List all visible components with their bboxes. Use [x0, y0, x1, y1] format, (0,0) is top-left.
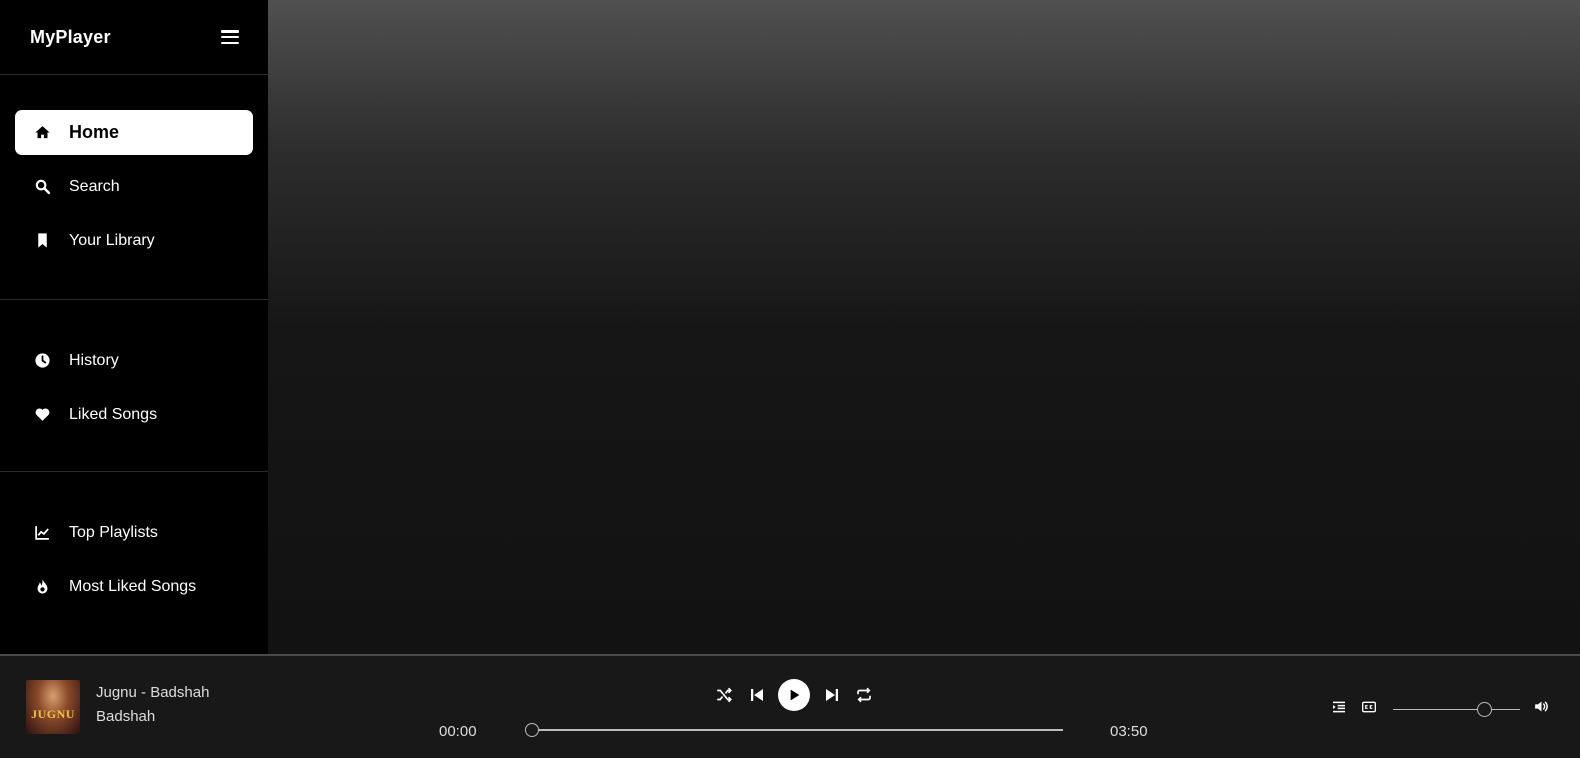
sidebar-item-top-playlists[interactable]: Top Playlists [15, 510, 253, 555]
sidebar-item-label: History [69, 351, 119, 369]
sidebar-item-label: Top Playlists [69, 523, 158, 541]
track-duration: 03:50 [1110, 723, 1148, 740]
volume-slider[interactable] [1393, 702, 1520, 717]
progress-bar[interactable] [525, 723, 1063, 737]
sidebar-item-label: Search [69, 177, 120, 195]
album-cover-title: JUGNU [31, 707, 75, 721]
sidebar-item-label: Most Liked Songs [69, 577, 197, 595]
sidebar-item-label: Your Library [69, 231, 155, 249]
sidebar-item-home[interactable]: Home [15, 110, 253, 155]
player-tools [1330, 698, 1390, 716]
nav-group-personal: History Liked Songs [0, 300, 268, 472]
queue-icon[interactable] [1330, 698, 1348, 716]
hamburger-menu-icon[interactable] [221, 30, 239, 44]
home-icon [33, 124, 51, 142]
brand-logo: MyPlayer [30, 26, 111, 47]
sidebar-item-label: Liked Songs [69, 405, 158, 423]
shuffle-icon[interactable] [713, 684, 735, 706]
sidebar: MyPlayer Home Search Your Library Histor… [0, 0, 268, 654]
bookmark-icon [33, 232, 51, 250]
track-artist: Badshah [96, 708, 156, 725]
play-button[interactable] [778, 679, 810, 711]
sidebar-item-your-library[interactable]: Your Library [15, 218, 253, 263]
sidebar-item-label: Home [69, 122, 120, 142]
track-title: Jugnu - Badshah [96, 684, 210, 701]
previous-track-icon[interactable] [746, 684, 768, 706]
volume-thumb[interactable] [1476, 702, 1492, 717]
play-icon [790, 689, 800, 701]
sidebar-item-liked-songs[interactable]: Liked Songs [15, 392, 253, 437]
chart-line-icon [33, 524, 51, 542]
sidebar-item-search[interactable]: Search [15, 164, 253, 209]
fire-icon [33, 578, 51, 596]
current-time: 00:00 [439, 723, 477, 740]
volume-icon[interactable] [1533, 698, 1551, 716]
sidebar-item-history[interactable]: History [15, 338, 253, 383]
playback-controls [713, 678, 875, 712]
player-bar: JUGNU Jugnu - Badshah Badshah 00:00 03:5… [0, 654, 1580, 758]
heart-icon [33, 406, 51, 424]
main-content [268, 0, 1580, 654]
brand-row: MyPlayer [0, 0, 268, 75]
nav-group-discover: Top Playlists Most Liked Songs [0, 472, 268, 609]
search-icon [33, 178, 51, 196]
album-cover[interactable]: JUGNU [26, 680, 80, 734]
next-track-icon[interactable] [821, 684, 843, 706]
repeat-icon[interactable] [853, 684, 875, 706]
nav-group-main: Home Search Your Library [0, 75, 268, 300]
captions-icon[interactable] [1360, 698, 1378, 716]
progress-thumb[interactable] [525, 723, 539, 737]
clock-icon [33, 352, 51, 370]
sidebar-item-most-liked-songs[interactable]: Most Liked Songs [15, 564, 253, 609]
